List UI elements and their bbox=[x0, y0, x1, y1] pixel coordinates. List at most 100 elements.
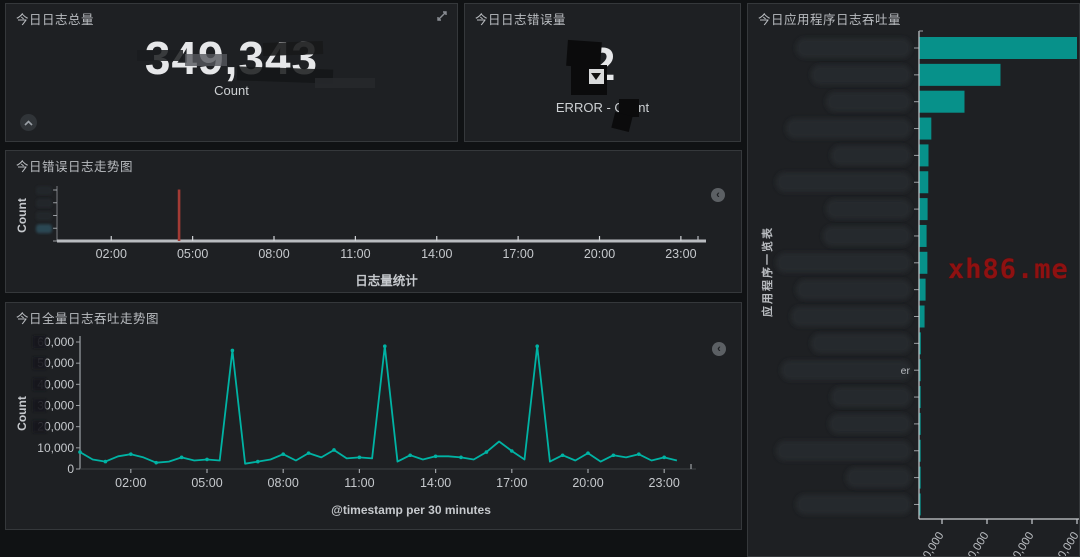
redacted-y-digit bbox=[33, 336, 46, 348]
svg-text:23:00: 23:00 bbox=[665, 247, 696, 261]
redacted-category-label bbox=[846, 468, 911, 488]
redacted-y-tick-label bbox=[36, 212, 52, 221]
app-bar bbox=[920, 440, 921, 462]
svg-text:日志量统计: 日志量统计 bbox=[355, 273, 418, 288]
svg-text:14:00: 14:00 bbox=[420, 476, 451, 490]
redacted-category-label bbox=[796, 494, 911, 514]
redacted-category-label bbox=[796, 38, 911, 58]
redacted-category-label bbox=[823, 226, 911, 246]
total-logs-value: 349,343 bbox=[145, 34, 318, 82]
panel-error-logs: 今日日志错误量 2 ERROR - Count bbox=[464, 3, 741, 142]
svg-text:08:00: 08:00 bbox=[258, 247, 289, 261]
collapse-chevron-up-button[interactable] bbox=[20, 114, 37, 131]
redacted-category-label bbox=[831, 145, 911, 165]
redacted-category-label bbox=[811, 65, 911, 85]
panel-apps-throughput: 今日应用程序日志吞吐量 应用程序一览表 er20,00060,000100,00… bbox=[747, 3, 1080, 557]
error-logs-value-redacted: 2 bbox=[575, 37, 631, 99]
app-bar bbox=[920, 118, 932, 140]
chevron-left-icon: ‹ bbox=[717, 344, 721, 355]
error-trend-chart-canvas[interactable]: 02:00 05:00 08:00 11:00 14:00 17:00 20:00 23:00… bbox=[6, 172, 742, 293]
throughput-line bbox=[80, 346, 677, 464]
redacted-category-label bbox=[826, 92, 911, 112]
svg-text:60,000: 60,000 bbox=[963, 530, 992, 557]
redacted-category-label bbox=[776, 441, 911, 461]
app-bar bbox=[920, 359, 921, 381]
svg-text:05:00: 05:00 bbox=[177, 247, 208, 261]
svg-text:02:00: 02:00 bbox=[115, 476, 146, 490]
expand-icon[interactable] bbox=[436, 10, 448, 22]
redacted-y-digit bbox=[33, 400, 46, 412]
svg-text:02:00: 02:00 bbox=[96, 247, 127, 261]
redaction-blob bbox=[611, 112, 632, 132]
svg-text:17:00: 17:00 bbox=[496, 476, 527, 490]
redacted-category-label bbox=[776, 172, 911, 192]
redacted-category-label bbox=[786, 119, 911, 139]
dashboard: 今日日志总量 349,343 Count 今日日志错误量 bbox=[0, 0, 1080, 557]
svg-text:@timestamp per 30 minutes: @timestamp per 30 minutes bbox=[331, 503, 491, 517]
svg-text:20,000: 20,000 bbox=[918, 530, 947, 557]
app-bar bbox=[920, 493, 921, 515]
watermark-text: xh86.me bbox=[948, 254, 1078, 285]
redacted-y-digit bbox=[33, 378, 46, 390]
svg-text:100,000: 100,000 bbox=[1004, 530, 1036, 557]
app-bar bbox=[920, 252, 928, 274]
redacted-y-digit bbox=[33, 357, 46, 369]
app-bar bbox=[920, 171, 929, 193]
error-metric-label-text: ERROR - Count bbox=[556, 100, 649, 115]
app-bar bbox=[920, 386, 921, 408]
panel-error-logs-title: 今日日志错误量 bbox=[475, 9, 566, 28]
panel-throughput: 今日全量日志吞吐走势图 010,00020,00030,00040,00050,… bbox=[5, 302, 742, 530]
svg-text:11:00: 11:00 bbox=[344, 476, 374, 490]
svg-text:140,000: 140,000 bbox=[1049, 530, 1080, 557]
redacted-category-label bbox=[826, 199, 911, 219]
svg-text:05:00: 05:00 bbox=[191, 476, 222, 490]
app-bar bbox=[920, 332, 921, 354]
panel-error-trend: 今日错误日志走势图 02:0005:0008:0011:0014:0017:00… bbox=[5, 150, 742, 293]
svg-text:14:00: 14:00 bbox=[421, 247, 452, 261]
redacted-category-label bbox=[791, 307, 911, 327]
svg-text:08:00: 08:00 bbox=[268, 476, 299, 490]
redacted-category-label bbox=[811, 333, 911, 353]
panel-total-logs: 今日日志总量 349,343 Count bbox=[5, 3, 458, 142]
svg-text:Count: Count bbox=[15, 198, 29, 233]
redacted-category-label bbox=[781, 360, 911, 380]
svg-text:17:00: 17:00 bbox=[502, 247, 533, 261]
redacted-y-tick-label bbox=[36, 186, 52, 195]
nav-chevron-left-button[interactable]: ‹ bbox=[712, 342, 726, 356]
redacted-category-label bbox=[829, 414, 911, 434]
redacted-category-label bbox=[776, 253, 911, 273]
total-logs-metric-label: Count bbox=[6, 83, 457, 98]
svg-text:23:00: 23:00 bbox=[649, 476, 680, 490]
app-bar bbox=[920, 225, 927, 247]
app-bar bbox=[920, 306, 925, 328]
redacted-y-tick-label bbox=[36, 199, 52, 208]
app-bar bbox=[920, 413, 921, 435]
svg-text:0: 0 bbox=[67, 462, 74, 476]
app-bar bbox=[920, 64, 1001, 86]
app-bar bbox=[920, 37, 1078, 59]
redacted-y-digit bbox=[33, 421, 46, 433]
error-logs-metric-label: ERROR - Count bbox=[465, 100, 740, 115]
throughput-chart-canvas[interactable]: 010,00020,00030,00040,00050,00060,00002:… bbox=[6, 323, 742, 529]
error-logs-metric: 2 ERROR - Count bbox=[465, 37, 740, 115]
app-bar bbox=[920, 467, 921, 489]
panel-total-logs-title: 今日日志总量 bbox=[16, 9, 94, 28]
svg-text:20:00: 20:00 bbox=[572, 476, 603, 490]
redaction-blob bbox=[566, 40, 602, 68]
total-logs-metric: 349,343 Count bbox=[6, 34, 457, 98]
svg-text:Count: Count bbox=[15, 396, 29, 431]
redacted-category-label bbox=[796, 280, 911, 300]
app-bar bbox=[920, 91, 965, 113]
svg-text:20:00: 20:00 bbox=[584, 247, 615, 261]
svg-text:10,000: 10,000 bbox=[37, 441, 74, 455]
redacted-category-label bbox=[831, 387, 911, 407]
app-bar bbox=[920, 198, 928, 220]
redaction-artifact bbox=[591, 73, 601, 80]
chevron-left-icon: ‹ bbox=[716, 190, 720, 201]
nav-chevron-left-button[interactable]: ‹ bbox=[711, 188, 725, 202]
chevron-up-icon bbox=[24, 120, 33, 126]
svg-text:11:00: 11:00 bbox=[340, 247, 370, 261]
redacted-y-tick-label bbox=[36, 224, 52, 233]
app-bar bbox=[920, 144, 929, 166]
app-bar bbox=[920, 279, 926, 301]
